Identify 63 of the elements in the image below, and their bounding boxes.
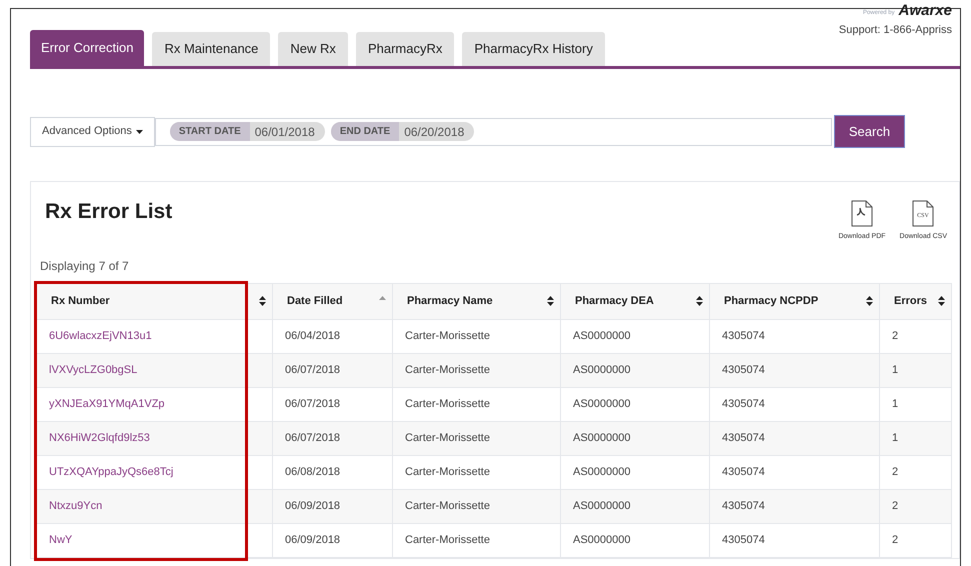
table-cell: 06/04/2018: [272, 319, 392, 353]
date-chip: START DATE 06/01/2018: [170, 122, 325, 141]
rx-number-link[interactable]: 6U6wlacxzEjVN13u1: [49, 330, 152, 342]
table-cell: AS0000000: [560, 353, 710, 387]
pdf-file-icon: [850, 200, 873, 227]
tab[interactable]: Error Correction: [30, 30, 144, 66]
table-cell: Carter-Morissette: [392, 353, 560, 387]
table-cell: 1: [880, 387, 952, 421]
table-cell: 06/07/2018: [272, 421, 392, 455]
column-header[interactable]: Errors: [880, 283, 952, 319]
table-cell: AS0000000: [560, 319, 710, 353]
table-cell: AS0000000: [560, 489, 710, 523]
rx-number-link[interactable]: UTzXQAYppaJyQs6e8Tcj: [49, 466, 174, 478]
date-chip: END DATE 06/20/2018: [330, 122, 474, 141]
table-cell: 2: [880, 455, 952, 489]
table-cell: 4305074: [710, 455, 880, 489]
column-header[interactable]: Pharmacy Name: [392, 283, 560, 319]
table-cell: 06/07/2018: [272, 387, 392, 421]
rx-number-link[interactable]: yXNJEaX91YMqA1VZp: [49, 398, 165, 410]
tab[interactable]: PharmacyRx History: [462, 32, 605, 66]
rx-number-link[interactable]: NX6HiW2Glqfd9lz53: [49, 432, 150, 444]
rx-number-link[interactable]: lVXVycLZG0bgSL: [49, 364, 138, 376]
support-phone: Support: 1-866-Appriss: [838, 23, 952, 38]
tab[interactable]: PharmacyRx: [356, 32, 454, 66]
table-cell: 4305074: [710, 387, 880, 421]
table-cell: AS0000000: [560, 387, 710, 421]
tab[interactable]: Rx Maintenance: [152, 32, 270, 66]
rx-number-link[interactable]: NwY: [49, 534, 72, 546]
column-header[interactable]: Pharmacy NCPDP: [710, 283, 880, 319]
table-cell: 2: [880, 523, 952, 557]
table-cell: 4305074: [710, 319, 880, 353]
list-title: Rx Error List: [45, 199, 172, 225]
table-cell: AS0000000: [560, 455, 710, 489]
table-cell: AS0000000: [560, 421, 710, 455]
table-cell: 1: [880, 421, 952, 455]
rx-number-link[interactable]: Ntxzu9Ycn: [49, 500, 102, 512]
column-header[interactable]: Pharmacy DEA: [560, 283, 710, 319]
display-count: Displaying 7 of 7: [40, 258, 130, 274]
table-cell: Carter-Morissette: [392, 387, 560, 421]
table-cell: 06/08/2018: [272, 455, 392, 489]
column-header[interactable]: Rx Number: [36, 283, 272, 319]
table-cell: 06/07/2018: [272, 353, 392, 387]
table-cell: AS0000000: [560, 523, 710, 557]
column-header[interactable]: Date Filled: [272, 283, 392, 319]
caret-icon: [136, 130, 143, 134]
table-cell: 4305074: [710, 489, 880, 523]
table-cell: 4305074: [710, 421, 880, 455]
table-cell: 06/09/2018: [272, 489, 392, 523]
table-cell: 2: [880, 489, 952, 523]
table-cell: 2: [880, 319, 952, 353]
table-cell: Carter-Morissette: [392, 523, 560, 557]
table-cell: Carter-Morissette: [392, 489, 560, 523]
table-cell: Carter-Morissette: [392, 455, 560, 489]
date-filter-field[interactable]: START DATE 06/01/2018 END DATE 06/20/2018: [154, 118, 832, 146]
table-cell: 4305074: [710, 523, 880, 557]
table-cell: 06/09/2018: [272, 523, 392, 557]
advanced-options-dropdown[interactable]: Advanced Options: [30, 116, 155, 146]
tab[interactable]: New Rx: [278, 32, 348, 66]
table-cell: 4305074: [710, 353, 880, 387]
search-button[interactable]: Search: [834, 115, 905, 148]
table-cell: Carter-Morissette: [392, 319, 560, 353]
table-cell: 1: [880, 353, 952, 387]
table-cell: Carter-Morissette: [392, 421, 560, 455]
